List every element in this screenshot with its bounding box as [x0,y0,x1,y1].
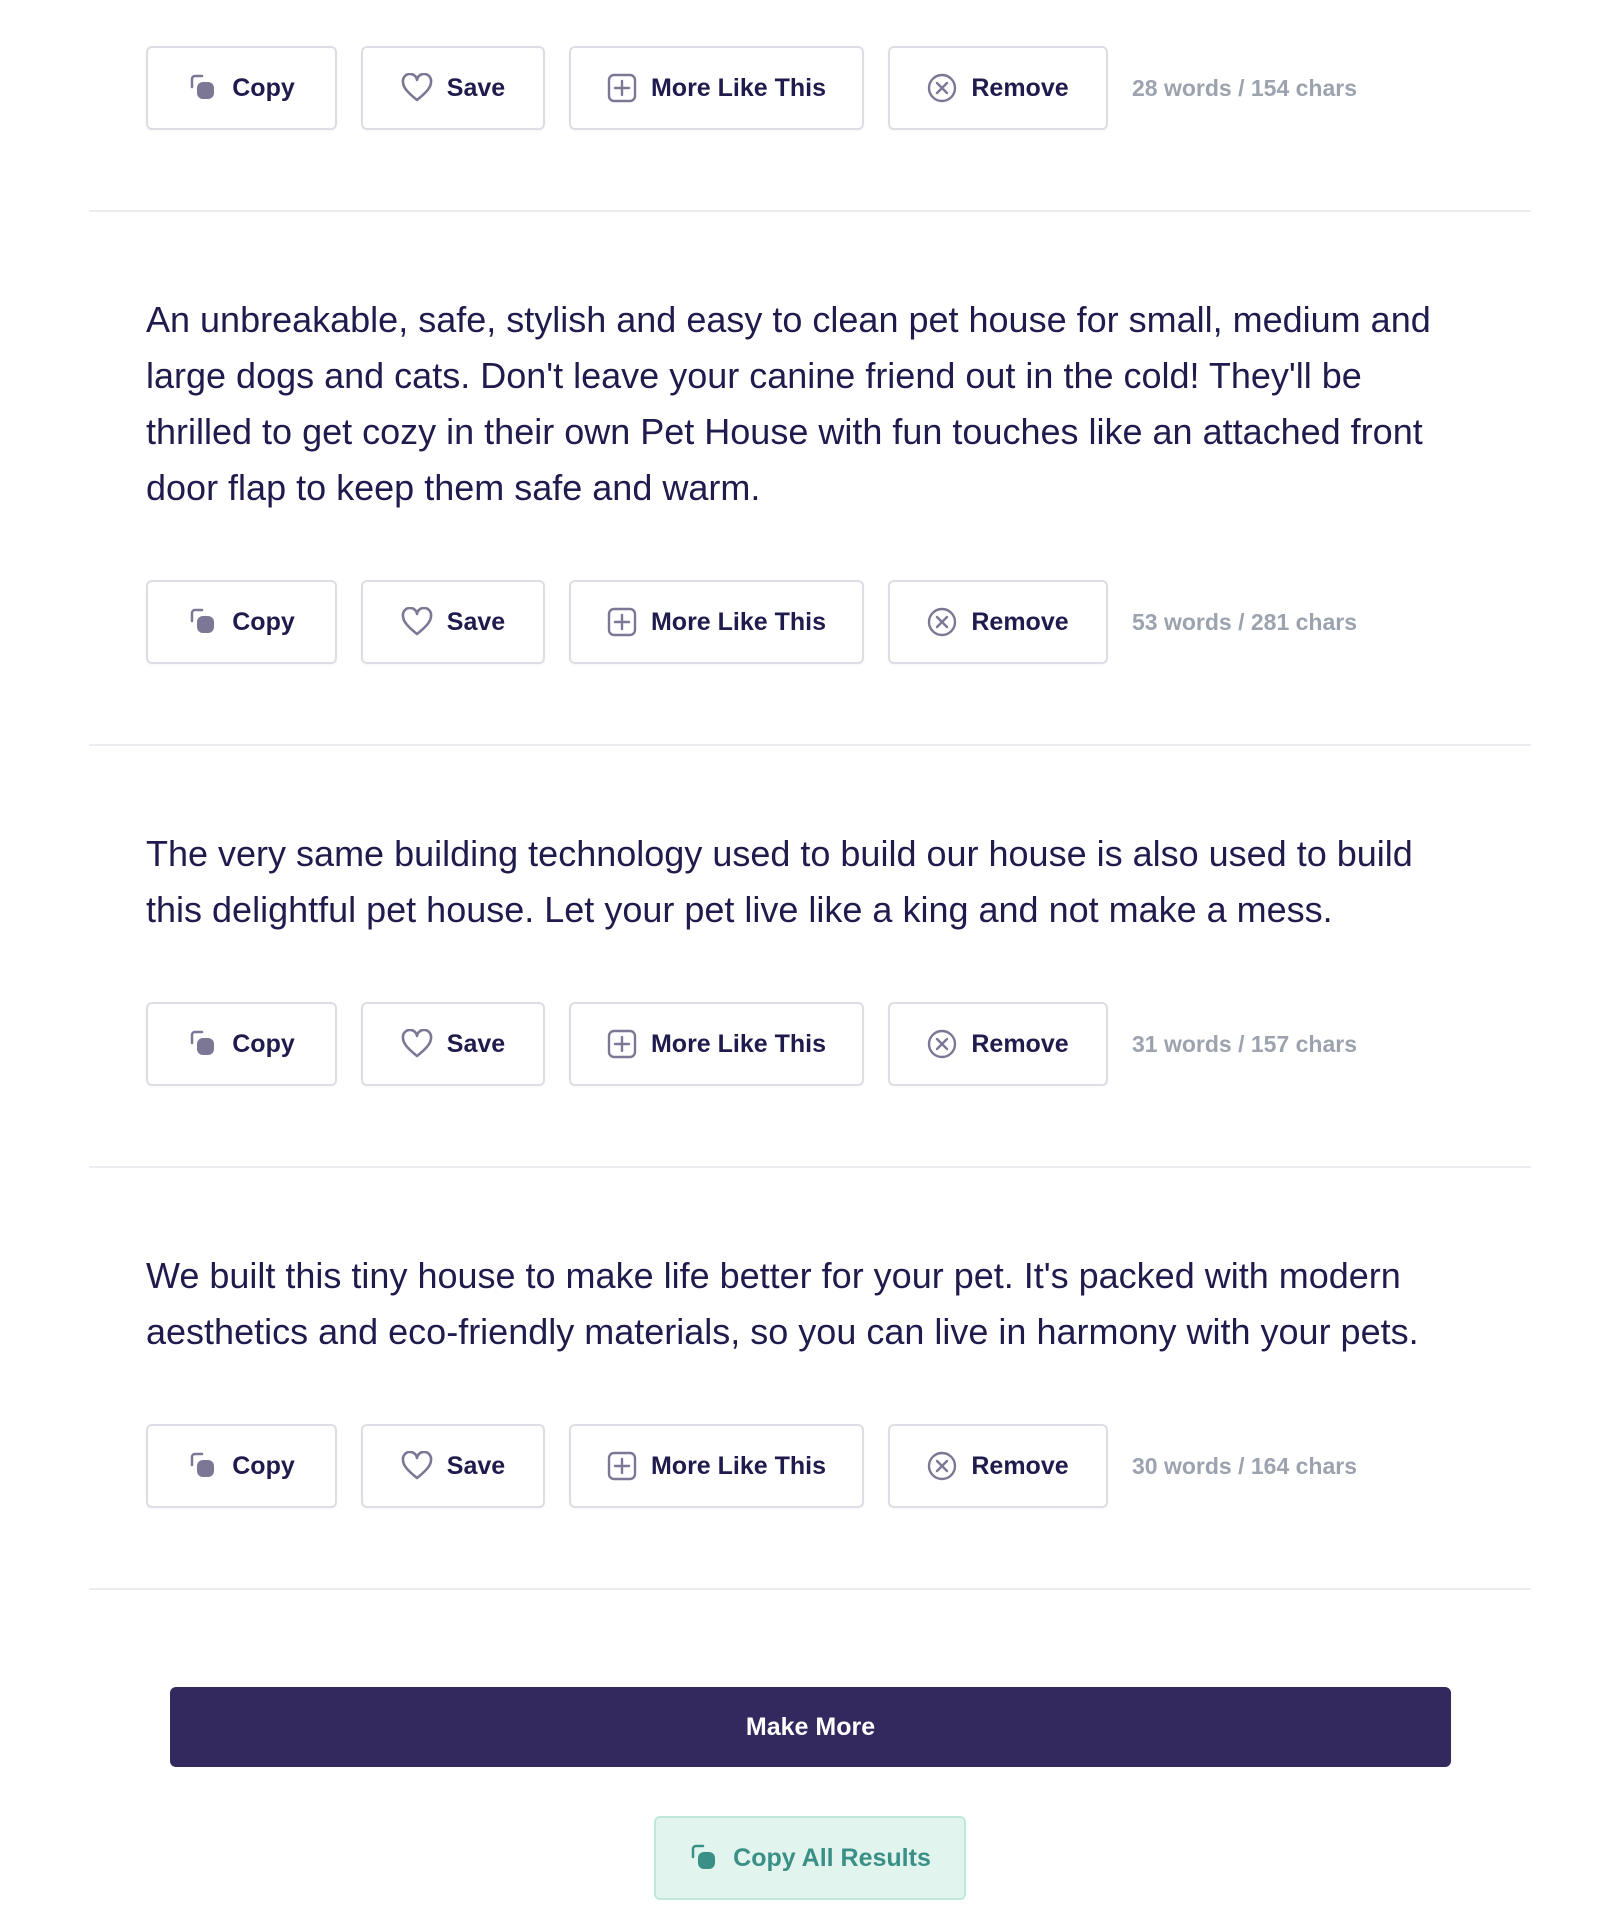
plus-square-icon [607,607,637,637]
copy-button[interactable]: Copy [146,1002,337,1086]
save-button[interactable]: Save [361,580,545,664]
heart-icon [401,1029,433,1058]
plus-square-icon [607,1029,637,1059]
remove-label: Remove [971,1451,1069,1480]
copy-icon [191,608,215,633]
word-count: 28 words / 154 chars [1132,74,1358,101]
save-label: Save [446,1451,506,1480]
divider [89,1166,1531,1168]
remove-label: Remove [971,1029,1069,1058]
word-count: 31 words / 157 chars [1132,1030,1358,1057]
heart-icon [401,607,433,636]
copy-icon [691,1844,716,1869]
more-like-this-button[interactable]: More Like This [569,46,864,130]
save-button[interactable]: Save [361,1002,545,1086]
close-circle-icon [928,1029,957,1059]
more-like-this-label: More Like This [650,73,827,102]
copy-icon [191,1030,215,1055]
heart-icon [401,73,433,102]
divider [89,1588,1531,1590]
save-button[interactable]: Save [361,1424,545,1508]
save-button[interactable]: Save [361,46,545,130]
save-label: Save [446,607,506,636]
save-label: Save [446,73,506,102]
copy-button[interactable]: Copy [146,1424,337,1508]
result-text: The very same building technology used t… [146,833,1413,930]
copy-label: Copy [232,1451,295,1480]
result-actions: Copy Save More Like This Remove 30 words… [146,1424,1357,1508]
save-label: Save [446,1029,506,1058]
divider [89,210,1531,212]
remove-button[interactable]: Remove [888,1424,1108,1508]
copy-all-results-label: Copy All Results [733,1843,931,1872]
copy-icon [191,74,215,99]
result-actions: Copy Save More Like This Remove 28 words… [146,46,1357,130]
close-circle-icon [928,607,957,637]
result-actions: Copy Save More Like This Remove 31 words… [146,1002,1357,1086]
more-like-this-button[interactable]: More Like This [569,580,864,664]
more-like-this-label: More Like This [650,1029,827,1058]
copy-label: Copy [232,73,295,102]
remove-label: Remove [971,73,1069,102]
make-more-button[interactable]: Make More [170,1687,1451,1767]
more-like-this-button[interactable]: More Like This [569,1424,864,1508]
remove-button[interactable]: Remove [888,46,1108,130]
divider [89,744,1531,746]
heart-icon [401,1451,433,1480]
remove-button[interactable]: Remove [888,1002,1108,1086]
word-count: 30 words / 164 chars [1132,1452,1358,1479]
plus-square-icon [607,1451,637,1481]
plus-square-icon [607,73,637,103]
result-text: An unbreakable, safe, stylish and easy t… [146,299,1431,508]
more-like-this-label: More Like This [650,1451,827,1480]
word-count: 53 words / 281 chars [1132,608,1358,635]
copy-icon [191,1452,215,1477]
copy-all-results-button[interactable]: Copy All Results [654,1816,966,1900]
copy-label: Copy [232,607,295,636]
result-actions: Copy Save More Like This Remove 53 words… [146,580,1357,664]
remove-label: Remove [971,607,1069,636]
more-like-this-label: More Like This [650,607,827,636]
more-like-this-button[interactable]: More Like This [569,1002,864,1086]
close-circle-icon [928,73,957,103]
copy-label: Copy [232,1029,295,1058]
result-text: We built this tiny house to make life be… [146,1255,1419,1352]
copy-button[interactable]: Copy [146,580,337,664]
close-circle-icon [928,1451,957,1481]
remove-button[interactable]: Remove [888,580,1108,664]
copy-button[interactable]: Copy [146,46,337,130]
